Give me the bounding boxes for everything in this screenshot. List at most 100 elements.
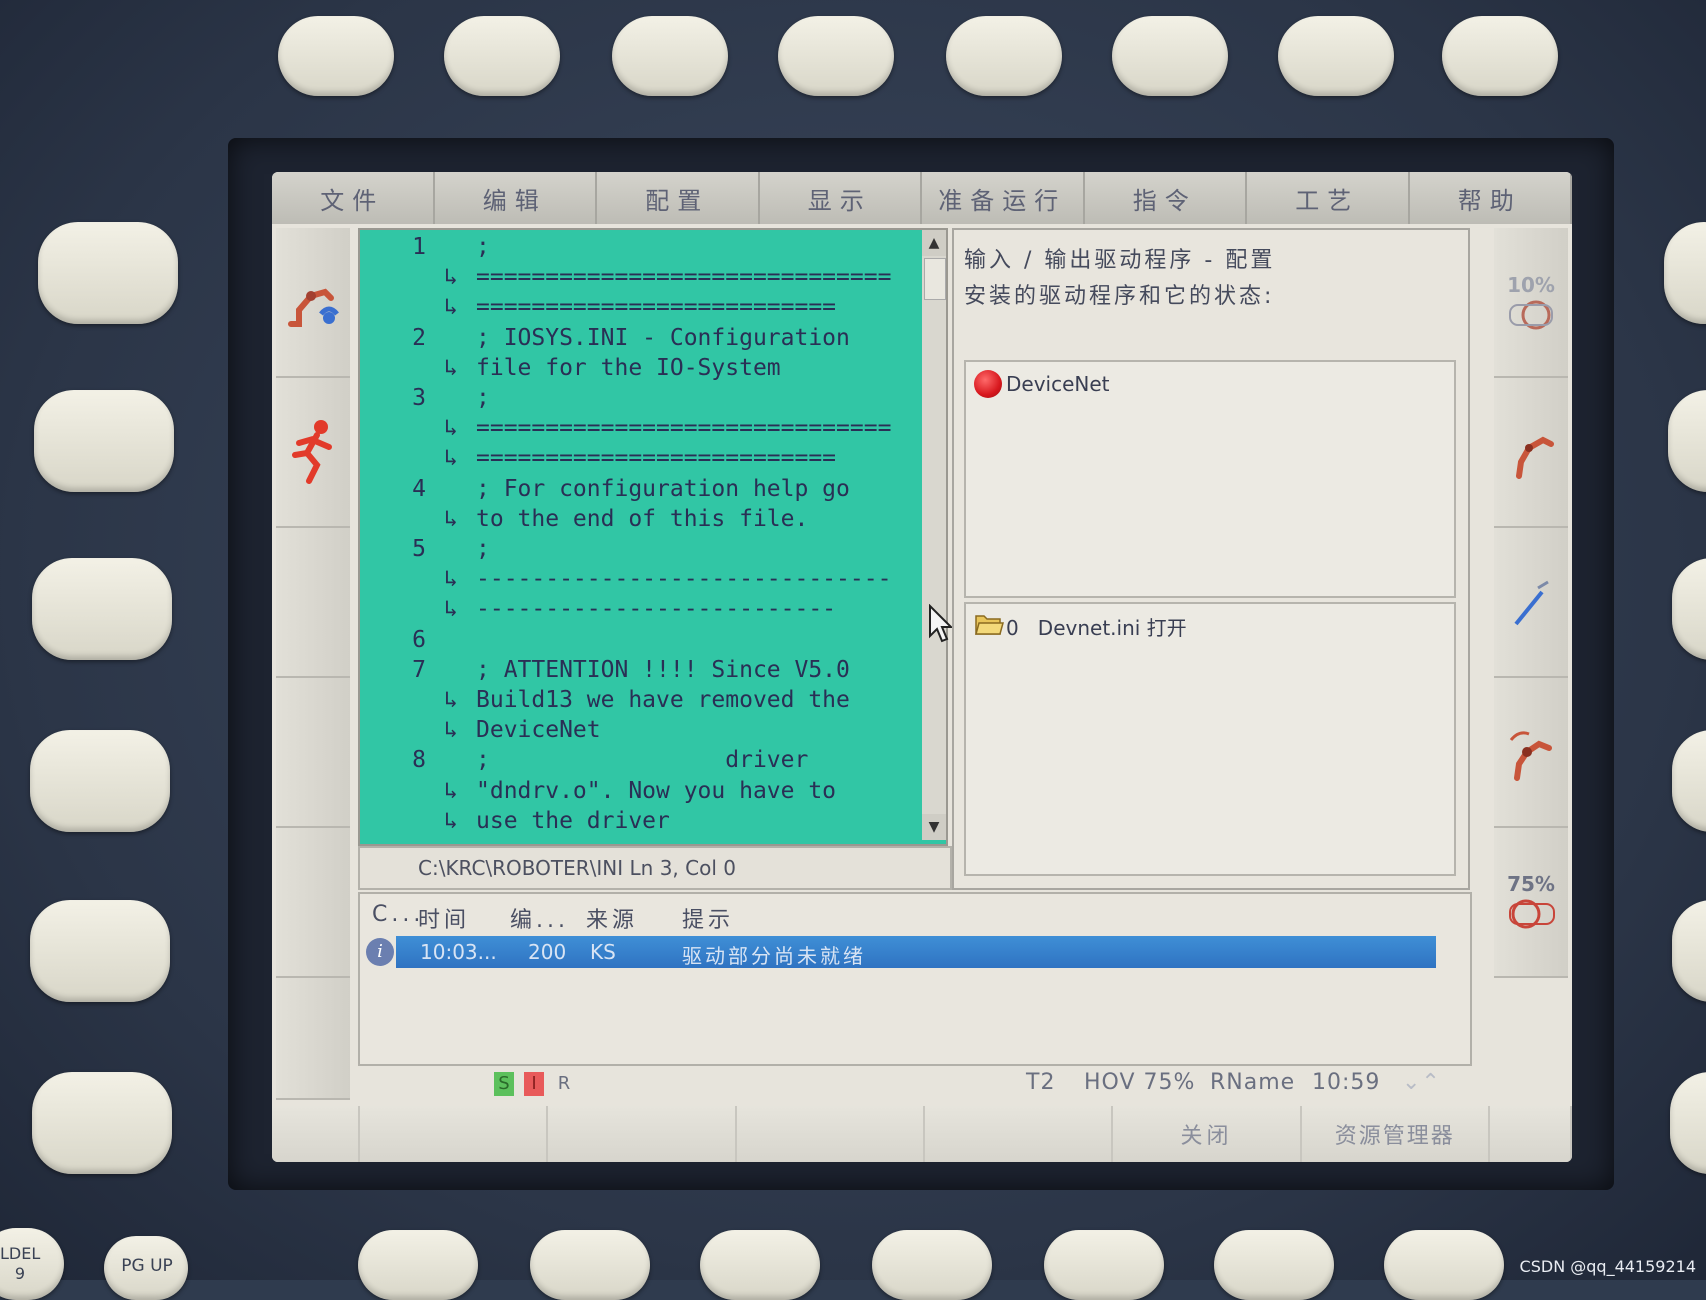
msg-col-time[interactable]: 时间 [418,902,470,934]
submit-interpreter-indicator[interactable]: S [494,1072,514,1096]
menu-display[interactable]: 显示 [759,172,922,224]
robot-interpreter-indicator[interactable]: R [554,1072,574,1096]
menu-instructions[interactable]: 指令 [1084,172,1247,224]
hw-right-key-3[interactable] [1672,558,1706,660]
hw-bottom-key-7[interactable] [1384,1230,1504,1300]
status-key-jog-override[interactable]: 75% [1494,828,1568,978]
hw-bottom-key-1[interactable] [358,1230,478,1300]
hw-right-key-2[interactable] [1668,390,1706,492]
status-key-axis[interactable] [1494,678,1568,828]
softkey-4[interactable] [736,1106,925,1162]
status-key-program-override[interactable]: 10% [1494,228,1568,378]
menu-config[interactable]: 配置 [597,172,760,224]
robot-arm-small-icon [1516,436,1554,479]
status-key-6[interactable] [276,978,350,1100]
hw-bottom-key-6[interactable] [1214,1230,1334,1300]
status-key-run-mode[interactable] [276,378,350,528]
hw-top-key-3[interactable] [612,16,728,96]
menu-technology[interactable]: 工艺 [1247,172,1410,224]
status-key-jog-mode[interactable] [1494,528,1568,678]
hw-top-key-1[interactable] [278,16,394,96]
menu-edit[interactable]: 编辑 [434,172,597,224]
line-number: 7 [412,656,426,683]
io-panel-subtitle: 安装的驱动程序和它的状态: [964,284,1275,309]
hw-right-key-1[interactable] [1664,222,1706,324]
line-text: ; driver [476,747,809,774]
status-key-3[interactable] [276,528,350,678]
hw-left-key-4[interactable] [30,730,170,832]
hw-bottom-key-5[interactable] [1044,1230,1164,1300]
line-number: 4 [412,475,426,502]
hw-right-key-4[interactable] [1672,730,1706,832]
teach-pendant-body: LDEL 9 PG UP 文件 编辑 配置 显示 准备运行 指令 工艺 帮助 1… [0,0,1706,1300]
line-wrap-icon: ↳ [444,294,458,321]
line-wrap-icon: ↳ [444,505,458,532]
line-text: ------------------------------ [476,566,892,593]
hw-left-key-5[interactable] [30,900,170,1002]
softkey-8[interactable] [1489,1106,1572,1162]
hw-left-key-1[interactable] [38,222,178,324]
menu-prepare-run[interactable]: 准备运行 [922,172,1085,224]
running-man-icon [292,420,332,484]
menu-file[interactable]: 文件 [272,172,435,224]
scroll-up-icon[interactable]: ▲ [922,230,946,256]
editor-text-area[interactable]: 1; ↳ ============================== ↳ ======… [360,230,920,840]
hw-left-key-2[interactable] [34,390,174,492]
hw-top-key-7[interactable] [1278,16,1394,96]
hw-right-key-5[interactable] [1672,900,1706,1002]
info-icon: i [366,938,394,966]
msg-col-source[interactable]: 来源 [586,902,638,934]
softkey-2[interactable] [360,1106,549,1162]
line-number: 6 [412,626,426,653]
status-key-robot[interactable] [1494,378,1568,528]
menu-help[interactable]: 帮助 [1409,172,1572,224]
msg-col-number[interactable]: 编... [510,902,569,934]
line-text: file for the IO-System [476,354,781,381]
hw-top-key-4[interactable] [778,16,894,96]
line-wrap-icon: ↳ [444,264,458,291]
message-row[interactable]: 10:03... 200 KS 驱动部分尚未就绪 [396,936,1436,968]
scroll-down-icon[interactable]: ▼ [922,814,946,840]
open-folder-icon [975,615,1004,635]
hw-bottom-key-3[interactable] [700,1230,820,1300]
softkey-3[interactable] [548,1106,737,1162]
scroll-thumb[interactable] [924,258,946,300]
softkey-close[interactable]: 关闭 [1113,1106,1302,1162]
robot-axis-icon [1509,731,1552,781]
status-key-robot-drives[interactable] [276,228,350,378]
msg-col-message[interactable]: 提示 [682,902,734,934]
status-bar: S I R T2 HOV 75% RName 10:59 ⌄⌃ [358,1062,1488,1106]
hw-bottom-key-4[interactable] [872,1230,992,1300]
hw-top-key-2[interactable] [444,16,560,96]
hw-top-key-6[interactable] [1112,16,1228,96]
softkey-1[interactable] [272,1106,360,1162]
line-wrap-icon: ↳ [444,777,458,804]
hw-top-key-5[interactable] [946,16,1062,96]
driver-item-devicenet[interactable]: DeviceNet [966,362,1454,406]
msg-source: KS [590,940,616,964]
io-driver-config-panel: 输入 / 输出驱动程序 - 配置 安装的驱动程序和它的状态: DeviceNet… [952,228,1470,890]
line-wrap-icon: ↳ [444,445,458,472]
driver-config-file-list: 0 Devnet.ini 打开 [964,602,1456,876]
io-panel-title: 输入 / 输出驱动程序 - 配置 [964,248,1276,273]
hw-left-key-3[interactable] [32,558,172,660]
jog-override-dial-icon [1509,899,1555,929]
msg-col-c[interactable]: C... [372,902,424,927]
hw-right-key-6[interactable] [1670,1072,1706,1174]
hw-bottom-key-2[interactable] [530,1230,650,1300]
config-file-item[interactable]: 0 Devnet.ini 打开 [966,604,1454,644]
hw-top-key-8[interactable] [1442,16,1558,96]
program-editor[interactable]: 1; ↳ ============================== ↳ ======… [358,228,948,846]
status-key-5[interactable] [276,828,350,978]
hw-left-key-6[interactable] [32,1072,172,1174]
softkey-explorer[interactable]: 资源管理器 [1301,1106,1490,1162]
pen-tool-icon [1514,580,1549,626]
line-text: ; [476,385,490,411]
softkey-5[interactable] [924,1106,1114,1162]
editor-scrollbar[interactable]: ▲ ▼ [922,230,946,840]
editor-path-status: C:\KRC\ROBOTER\INI Ln 3, Col 0 [358,846,952,890]
operating-mode: T2 [1026,1070,1056,1095]
status-key-4[interactable] [276,678,350,828]
softkey-scroll-icon[interactable]: ⌄⌃ [1402,1070,1441,1095]
drives-indicator[interactable]: I [524,1072,544,1096]
